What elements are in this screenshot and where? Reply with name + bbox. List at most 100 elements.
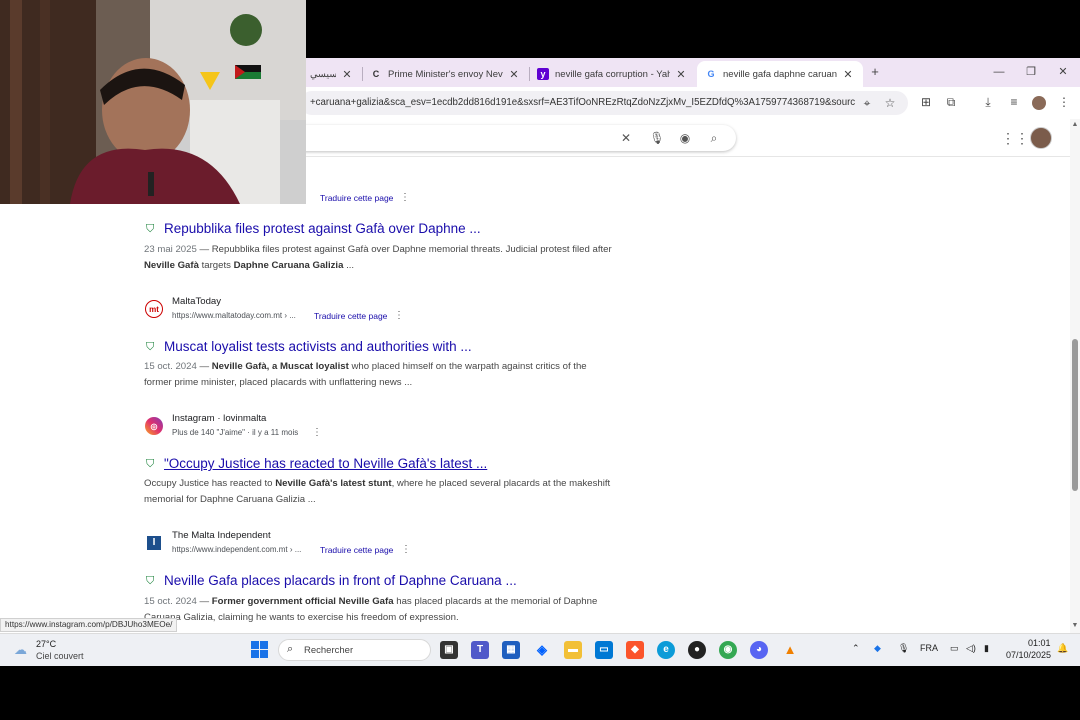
minimize-button[interactable]: — [984,62,1014,82]
clear-icon[interactable]: ✕ [617,129,635,147]
maltatoday-logo-icon: mt [145,300,163,318]
snippet-bold-text: Neville Gafà's latest stunt [275,478,392,489]
extensions-icon[interactable]: ⧉ [942,93,960,111]
more-options-icon[interactable]: ⋮ [312,427,322,438]
tab-label: Prime Minister's envoy Neville G [388,68,503,80]
file-explorer-icon[interactable]: ▬ [564,641,582,659]
close-icon[interactable]: ✕ [507,68,521,81]
new-tab-button[interactable]: + [868,64,882,80]
search-results: Traduire cette page ⋮ ⛉ Repubblika files… [0,157,1070,633]
address-bar[interactable]: +caruana+galizia&sca_esv=1ecdb2dd816d191… [300,91,908,115]
network-icon[interactable]: ▭ [950,643,959,654]
language-indicator[interactable]: FRA [920,643,938,653]
result-title-text: Muscat loyalist tests activists and auth… [164,339,472,354]
dropbox-icon[interactable]: ◈ [533,641,551,659]
weather-temp[interactable]: 27°C [36,639,56,649]
battery-icon[interactable]: ▮ [984,643,989,654]
snippet-bold-text: Neville Gafà, a Muscat loyalist [211,361,349,372]
source-name[interactable]: MaltaToday [172,296,221,307]
notification-bell-icon[interactable]: 🔔 [1057,643,1068,654]
translate-link[interactable]: Traduire cette page [320,193,393,203]
source-url[interactable]: https://www.maltatoday.com.mt › ... [172,311,296,320]
volume-icon[interactable]: ◁) [966,643,976,654]
close-icon[interactable]: ✕ [674,68,688,81]
vlc-icon[interactable]: ▲ [781,641,799,659]
chrome-icon[interactable]: ◉ [719,641,737,659]
result-title-text: "Occupy Justice has reacted to Neville G… [164,456,488,471]
store-icon[interactable]: ▦ [502,641,520,659]
microphone-icon[interactable]: 🎙 [648,129,666,147]
translate-icon[interactable]: ⊞ [917,93,935,111]
clock-time[interactable]: 01:01 [1028,638,1051,648]
maximize-button[interactable]: ❐ [1016,62,1046,82]
media-icon[interactable]: ≡ [1005,93,1023,111]
result-title-link[interactable]: ⛉ Neville Gafa places placards in front … [146,573,517,588]
tab-google-active[interactable]: G neville gafa daphne caruana ga ✕ [697,61,863,87]
location-icon[interactable]: ⌖ [858,94,876,112]
verified-shield-icon: ⛉ [146,222,155,235]
profile-avatar-icon[interactable] [1030,93,1048,111]
translate-link[interactable]: Traduire cette page [314,311,387,321]
taskbar-search[interactable]: ⌕ Rechercher [278,639,431,661]
close-icon[interactable]: ✕ [841,68,855,81]
lens-icon[interactable]: ◉ [676,129,694,147]
task-view-icon[interactable]: ▣ [440,641,458,659]
scroll-up-icon[interactable]: ▲ [1071,121,1079,129]
weather-cloud-icon[interactable]: ☁ [14,642,32,657]
teams-icon[interactable]: T [471,641,489,659]
translate-link[interactable]: Traduire cette page [320,545,393,555]
clock-date[interactable]: 07/10/2025 [1006,650,1051,660]
source-meta: Plus de 140 "J'aime" · il y a 11 mois [172,428,299,437]
scroll-down-icon[interactable]: ▼ [1071,622,1079,630]
tab-sisi[interactable]: السيسي ✕ [302,61,362,87]
account-avatar[interactable] [1030,127,1052,149]
tray-app-icon[interactable]: ◆ [874,643,881,654]
c-favicon-icon: C [372,69,380,79]
source-name[interactable]: The Malta Independent [172,530,271,541]
tray-chevron-icon[interactable]: ⌃ [852,643,860,654]
result-title-link[interactable]: ⛉ Muscat loyalist tests activists and au… [146,339,472,354]
more-options-icon[interactable]: ⋮ [400,192,410,203]
scrollbar-thumb[interactable] [1072,339,1078,491]
tab-prime-minister[interactable]: C Prime Minister's envoy Neville G ✕ [362,61,529,87]
brave-icon[interactable]: ◆ [626,641,644,659]
result-title-link[interactable]: ⛉ "Occupy Justice has reacted to Neville… [146,456,487,471]
vertical-scrollbar[interactable]: ▲ ▼ [1070,119,1080,633]
windows-start-icon[interactable] [251,641,269,659]
discord-icon[interactable]: ◕ [750,641,768,659]
microphone-icon[interactable]: 🎙 [898,643,909,654]
verified-shield-icon: ⛉ [146,340,155,353]
star-icon[interactable]: ☆ [881,94,899,112]
google-icon: G [707,69,715,79]
menu-icon[interactable]: ⋮ [1055,93,1073,111]
download-icon[interactable]: ⤓ [979,93,997,111]
more-options-icon[interactable]: ⋮ [394,310,404,321]
apps-grid-icon[interactable]: ⋮⋮ [1001,129,1029,147]
source-url[interactable]: https://www.independent.com.mt › ... [172,545,301,554]
result-title-link[interactable]: ⛉ Repubblika files protest against Gafà … [146,221,481,236]
source-name[interactable]: Instagram · lovinmalta [172,413,266,424]
result-title-text: Repubblika files protest against Gafà ov… [164,221,481,236]
logo-letter: I [147,536,161,550]
search-icon[interactable]: ⌕ [705,129,723,147]
result-snippet: Occupy Justice has reacted to Neville Ga… [144,476,614,508]
more-options-icon[interactable]: ⋮ [401,544,411,555]
search-icon: ⌕ [287,643,294,655]
remote-desktop-icon[interactable]: ▭ [595,641,613,659]
tab-yahoo[interactable]: y neville gafa corruption - Yahoo ✕ [529,61,696,87]
close-icon[interactable]: ✕ [340,68,354,81]
weather-desc[interactable]: Ciel couvert [36,651,84,661]
obs-icon[interactable]: ● [688,641,706,659]
search-placeholder: Rechercher [304,645,354,656]
tab-label: neville gafa corruption - Yahoo [555,68,670,80]
snippet-bold-text: Former government official Neville Gafa [211,596,394,607]
close-window-button[interactable]: ✕ [1048,62,1078,82]
result-snippet: 15 oct. 2024 — Neville Gafà, a Muscat lo… [144,359,614,391]
url-text[interactable]: +caruana+galizia&sca_esv=1ecdb2dd816d191… [310,91,855,115]
tab-label: neville gafa daphne caruana ga [723,68,837,80]
google-search-box[interactable]: ✕ 🎙 ◉ ⌕ [240,125,736,151]
tab-label: السيسي [310,68,336,80]
snippet-text: — [196,361,212,372]
edge-icon[interactable]: e [657,641,675,659]
yahoo-icon: y [537,68,549,80]
